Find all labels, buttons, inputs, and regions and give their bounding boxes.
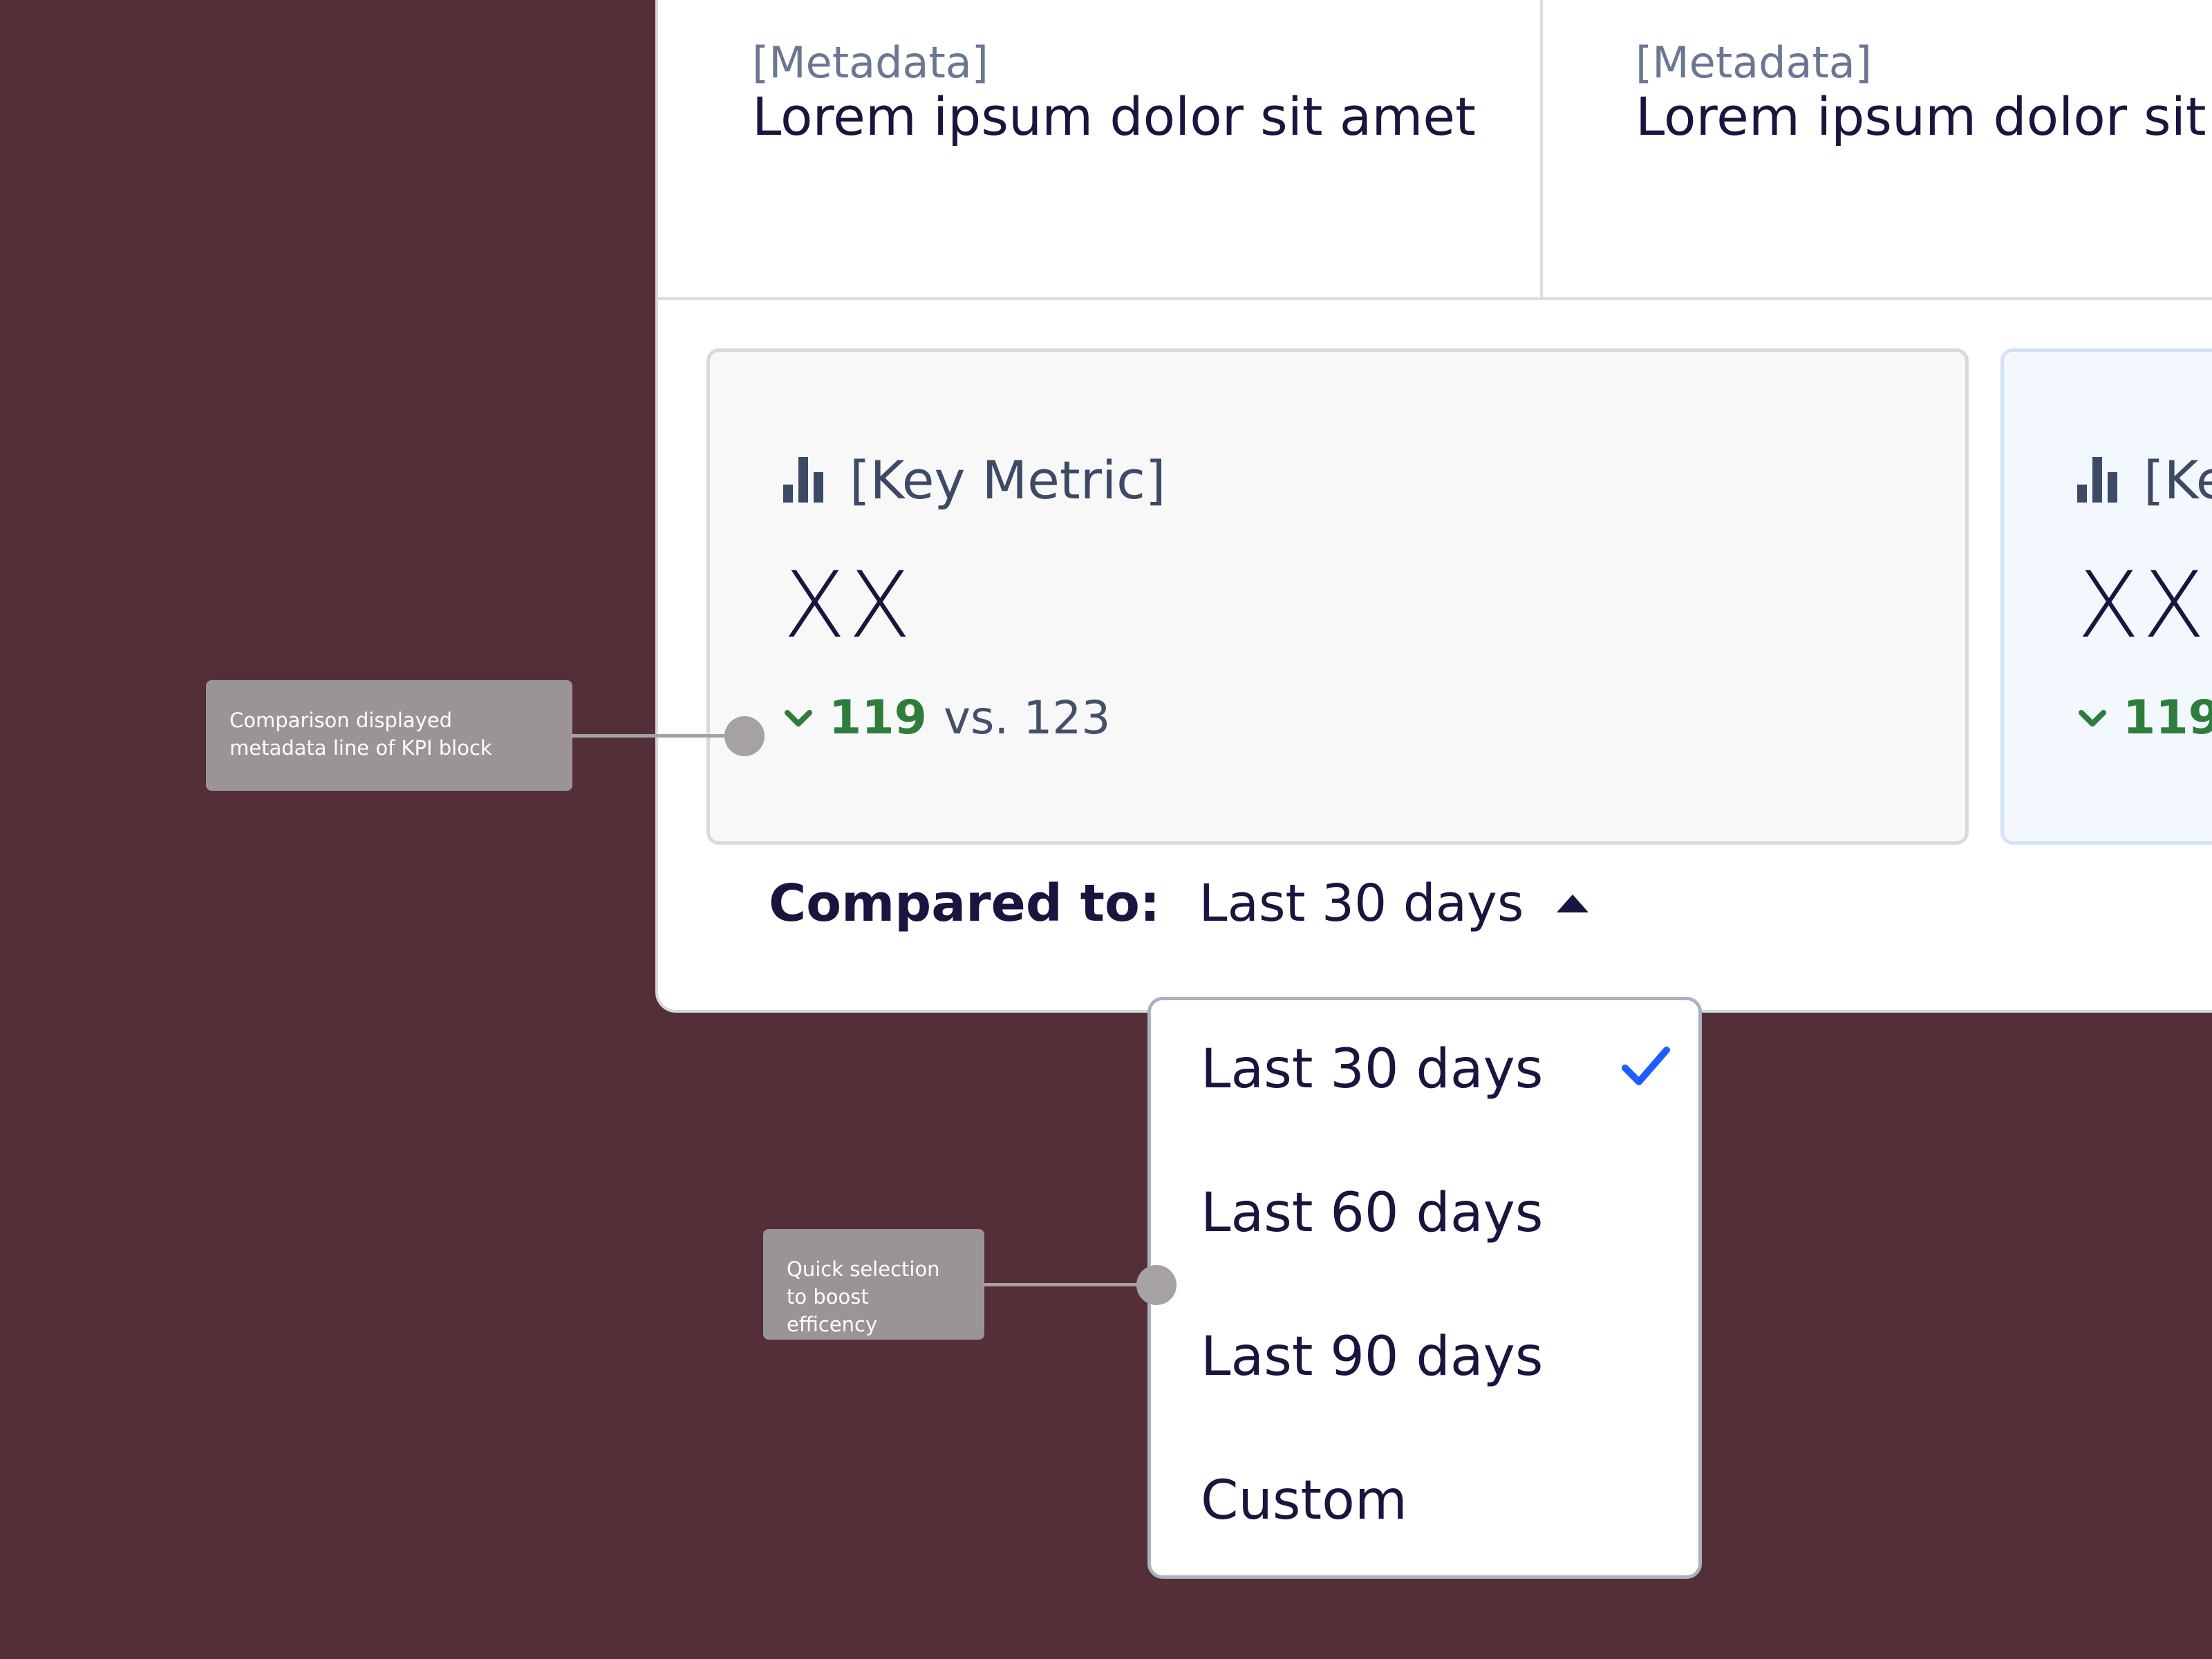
compared-to-selector[interactable]: Compared to: Last 30 days	[769, 874, 1589, 933]
dropdown-option-last-60-days[interactable]: Last 60 days	[1201, 1144, 1671, 1282]
dropdown-option-label: Last 90 days	[1201, 1326, 1544, 1388]
kpi-block[interactable]: [Key Metric] XX 119 vs. 123	[706, 348, 1969, 845]
kpi-title-label: [Ke	[2144, 449, 2212, 511]
metadata-label: [Metadata]	[752, 37, 988, 88]
bar-chart-icon	[783, 457, 823, 503]
dropdown-option-last-30-days[interactable]: Last 30 days	[1201, 1000, 1671, 1138]
kpi-panel: [Metadata] Lorem ipsum dolor sit amet [M…	[655, 0, 2212, 1013]
annotation-dot	[1136, 1265, 1177, 1305]
kpi-comparison-line: 119 vs. 123	[783, 691, 1110, 745]
chevron-down-icon	[2079, 709, 2106, 727]
metadata-value: Lorem ipsum dolor sit amet	[752, 86, 1476, 147]
kpi-title-label: [Key Metric]	[850, 449, 1166, 511]
annotation-comparison-line: Comparison displayed metadata line of KP…	[206, 680, 572, 791]
kpi-value: XX	[2077, 552, 2208, 659]
metadata-row: [Metadata] Lorem ipsum dolor sit amet [M…	[658, 0, 2212, 300]
bar-chart-icon	[2077, 457, 2117, 503]
dropdown-option-label: Custom	[1201, 1470, 1407, 1532]
caret-up-icon[interactable]	[1557, 893, 1589, 914]
annotation-connector	[571, 734, 745, 738]
compared-to-label: Compared to:	[769, 874, 1161, 933]
kpi-delta: 119	[2123, 691, 2212, 745]
dropdown-option-custom[interactable]: Custom	[1201, 1432, 1671, 1570]
checkmark-icon	[1622, 1047, 1670, 1085]
kpi-title: [Ke	[2077, 449, 2212, 511]
metadata-value: Lorem ipsum dolor sit a	[1635, 86, 2212, 147]
metadata-label: [Metadata]	[1635, 37, 1872, 88]
dropdown-option-last-90-days[interactable]: Last 90 days	[1201, 1288, 1671, 1426]
chevron-down-icon	[785, 709, 812, 727]
metadata-cell: [Metadata] Lorem ipsum dolor sit amet	[658, 0, 1543, 297]
kpi-value: XX	[783, 552, 914, 659]
kpi-comparison-line: 119	[2077, 691, 2212, 745]
dropdown-option-label: Last 30 days	[1201, 1038, 1544, 1100]
kpi-title: [Key Metric]	[783, 449, 1166, 511]
compared-to-value[interactable]: Last 30 days	[1199, 874, 1524, 933]
dropdown-option-label: Last 60 days	[1201, 1182, 1544, 1244]
annotation-connector	[983, 1283, 1163, 1286]
kpi-delta: 119	[829, 691, 927, 745]
kpi-block[interactable]: [Ke XX 119	[2000, 348, 2212, 845]
kpi-comparison-value: vs. 123	[943, 691, 1111, 744]
comparison-period-dropdown: Last 30 days Last 60 days Last 90 days C…	[1147, 997, 1702, 1579]
metadata-cell: [Metadata] Lorem ipsum dolor sit a	[1543, 0, 2212, 297]
annotation-dot	[724, 716, 765, 756]
annotation-quick-selection: Quick selection to boost efficency	[763, 1229, 984, 1340]
